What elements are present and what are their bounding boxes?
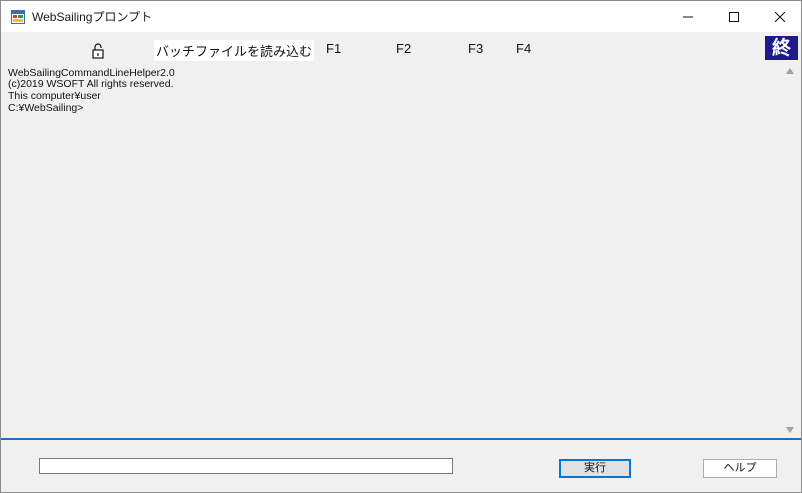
lock-open-icon[interactable] [91, 43, 105, 59]
f2-button[interactable]: F2 [396, 41, 411, 56]
console-scrollbar[interactable] [782, 63, 799, 437]
console-line: (c)2019 WSOFT All rights reserved. [8, 78, 174, 90]
maximize-icon [729, 11, 739, 22]
console-line: This computer¥user [8, 90, 101, 102]
f1-button[interactable]: F1 [326, 41, 341, 56]
window-title: WebSailingプロンプト [32, 10, 153, 24]
minimize-button[interactable] [665, 1, 711, 32]
run-button[interactable]: 実行 [559, 459, 631, 478]
minimize-icon [683, 16, 693, 17]
maximize-button[interactable] [711, 1, 757, 32]
load-batch-file-button[interactable]: バッチファイルを読み込む [154, 40, 315, 61]
f4-button[interactable]: F4 [516, 41, 531, 56]
close-icon [775, 11, 785, 22]
prompt-window: WebSailingプロンプト バッチファイルを読み込む F1 F2 F3 F4… [0, 0, 802, 493]
toolbar: バッチファイルを読み込む F1 F2 F3 F4 [1, 33, 801, 63]
help-button[interactable]: ヘルプ [703, 459, 777, 478]
scroll-down-arrow-icon[interactable] [786, 427, 794, 433]
title-bar[interactable]: WebSailingプロンプト [1, 1, 801, 32]
console-output[interactable]: WebSailingCommandLineHelper2.0 (c)2019 W… [1, 63, 782, 437]
f3-button[interactable]: F3 [468, 41, 483, 56]
scroll-up-arrow-icon[interactable] [786, 68, 794, 74]
exit-button[interactable]: 終 [765, 36, 798, 60]
app-window-icon [11, 9, 25, 24]
command-input[interactable] [39, 458, 453, 474]
close-button[interactable] [757, 1, 801, 32]
command-bar: 実行 ヘルプ [1, 440, 801, 492]
console-line: C:¥WebSailing> [8, 102, 84, 114]
